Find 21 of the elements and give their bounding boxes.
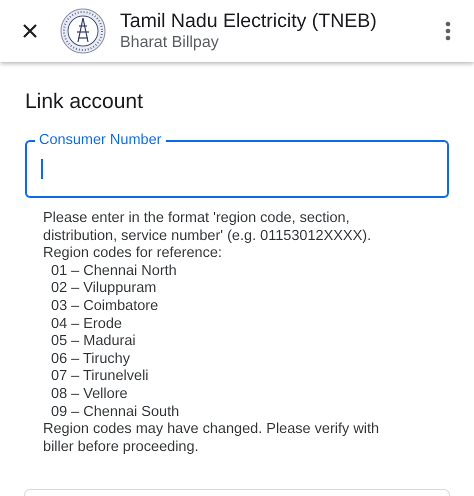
region-code-line: 05 – Madurai	[50, 333, 137, 351]
region-code-line: 08 – Vellore	[50, 386, 129, 404]
helper-text: Region codes for reference:	[43, 245, 223, 263]
more-vert-icon	[445, 21, 451, 41]
page-heading: Link account	[25, 90, 144, 114]
biller-title: Tamil Nadu Electricity (TNEB)	[120, 9, 378, 33]
seal-logo-icon	[60, 8, 106, 54]
close-icon	[22, 23, 38, 39]
region-code-line: 01 – Chennai North	[50, 262, 178, 280]
region-code-line: 07 – Tirunelveli	[50, 368, 150, 386]
region-code-line: 06 – Tiruchy	[50, 350, 131, 368]
region-code-line: 03 – Coimbatore	[50, 298, 160, 316]
helper-text: distribution, service number' (e.g. 01153012XXXX).	[43, 228, 372, 246]
region-code-line: 02 – Viluppuram	[50, 280, 158, 298]
helper-text: Please enter in the format 'region code, section,	[43, 210, 351, 228]
biller-subtitle: Bharat Billpay	[120, 33, 220, 53]
text-cursor	[41, 159, 43, 179]
region-code-line: 04 – Erode	[50, 316, 123, 334]
helper-text: Region codes may have changed. Please verify with	[43, 421, 380, 439]
region-code-line: 09 – Chennai South	[50, 404, 180, 422]
helper-text: biller before proceeding.	[43, 438, 200, 456]
